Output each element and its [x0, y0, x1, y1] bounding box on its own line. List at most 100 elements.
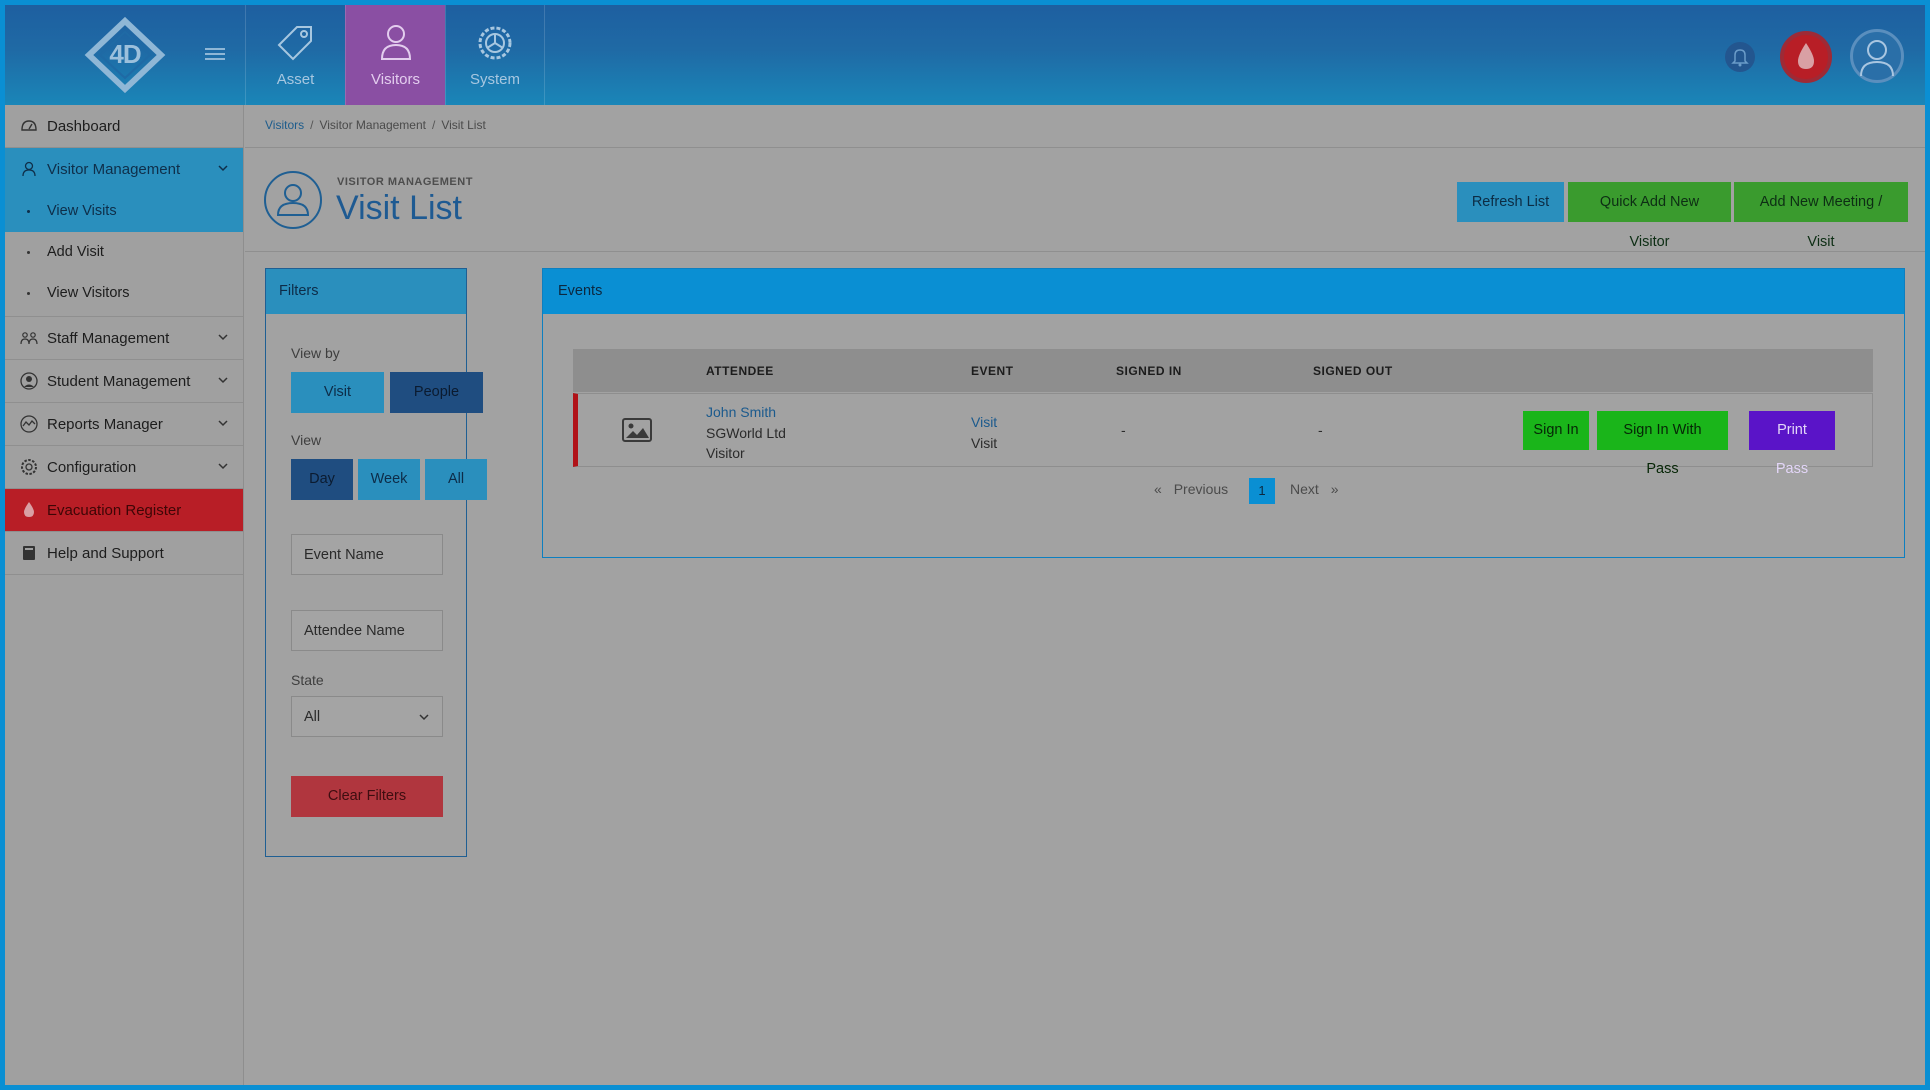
module-tab-asset[interactable]: Asset: [245, 5, 345, 105]
signed-in-value: -: [1121, 422, 1126, 438]
view-all-button[interactable]: All: [425, 459, 487, 500]
image-placeholder-icon: [622, 418, 652, 445]
sidebar-item-help-and-support[interactable]: Help and Support: [5, 532, 243, 575]
sidebar-item-configuration[interactable]: Configuration: [5, 446, 243, 489]
pagination-next: Next »: [1290, 481, 1338, 497]
view-label: View: [291, 432, 322, 448]
filters-panel: Filters View by Visit People View Day We…: [265, 268, 487, 857]
book-icon: [23, 546, 35, 560]
state-select-value: All: [304, 709, 321, 725]
sidebar-subitem-label: Add Visit: [47, 244, 104, 260]
state-select[interactable]: All: [291, 696, 443, 737]
attendee-name-input[interactable]: Attendee Name: [291, 610, 443, 651]
user-icon: [22, 161, 36, 177]
quick-add-new-visitor-button[interactable]: Quick Add New Visitor: [1568, 182, 1731, 250]
student-icon: [20, 372, 38, 390]
sidebar-item-label: Configuration: [47, 459, 137, 476]
next-page-link[interactable]: Next: [1290, 481, 1319, 497]
sidebar: Dashboard Visitor Management View Visits…: [5, 105, 244, 1085]
chevron-down-icon: [218, 334, 228, 341]
staff-group-icon: [20, 332, 38, 345]
clear-filters-button[interactable]: Clear Filters: [291, 776, 443, 817]
sidebar-item-label: Staff Management: [47, 330, 170, 347]
attendee-name-link[interactable]: John Smith: [706, 404, 776, 420]
gear-icon: [21, 459, 37, 475]
view-by-visit-button[interactable]: Visit: [291, 372, 384, 413]
view-week-button[interactable]: Week: [358, 459, 420, 500]
menu-toggle-icon[interactable]: [205, 45, 225, 65]
breadcrumb-item-visitor-management[interactable]: Visitor Management: [319, 118, 426, 132]
sidebar-item-label: Dashboard: [47, 118, 121, 135]
column-header-attendee: ATTENDEE: [706, 364, 774, 378]
notifications-bell-icon[interactable]: [1725, 42, 1755, 72]
chevron-down-icon: [218, 377, 228, 384]
page-title: Visit List: [336, 189, 462, 227]
logo-text: 4D: [109, 39, 141, 69]
user-icon: [380, 25, 411, 60]
evacuation-alert-icon[interactable]: [1780, 31, 1832, 83]
sidebar-item-visitor-management[interactable]: Visitor Management: [5, 148, 243, 191]
next-arrow: »: [1330, 481, 1339, 497]
sidebar-item-dashboard[interactable]: Dashboard: [5, 105, 243, 148]
previous-page-link[interactable]: Previous: [1174, 481, 1228, 497]
table-row[interactable]: John Smith SGWorld Ltd Visitor Visit Vis…: [573, 393, 1873, 477]
dashboard-icon: [21, 120, 37, 131]
sidebar-item-student-management[interactable]: Student Management: [5, 360, 243, 403]
gear-icon: [478, 26, 512, 60]
module-tab-system[interactable]: System: [445, 5, 545, 105]
events-panel: Events ATTENDEE EVENT SIGNED IN SIGNED O…: [542, 268, 1905, 558]
event-name-input[interactable]: Event Name: [291, 534, 443, 575]
sign-in-with-pass-button[interactable]: Sign In With Pass: [1597, 411, 1728, 477]
sidebar-item-label: Student Management: [47, 373, 191, 390]
chart-icon: [20, 415, 38, 433]
sidebar-item-label: Reports Manager: [47, 416, 163, 433]
add-new-meeting-visit-button[interactable]: Add New Meeting / Visit: [1734, 182, 1908, 250]
sidebar-subitem-add-visit[interactable]: Add Visit: [5, 232, 243, 273]
previous-arrow: «: [1154, 481, 1162, 497]
column-header-signed-in: SIGNED IN: [1116, 364, 1182, 378]
view-by-label: View by: [291, 345, 340, 361]
breadcrumb: Visitors / Visitor Management / Visit List: [245, 105, 1925, 148]
attendee-type: Visitor: [706, 445, 745, 461]
chevron-down-icon: [218, 165, 228, 172]
module-tab-label: Asset: [276, 71, 315, 88]
sidebar-subitem-view-visitors[interactable]: View Visitors: [5, 273, 243, 314]
chevron-down-icon: [218, 420, 228, 427]
user-avatar[interactable]: [1850, 29, 1904, 83]
breadcrumb-item-current: Visit List: [441, 118, 486, 132]
module-tab-visitors[interactable]: Visitors: [345, 5, 445, 105]
module-tab-label: System: [469, 71, 520, 88]
sidebar-item-reports-manager[interactable]: Reports Manager: [5, 403, 243, 446]
4d-logo[interactable]: 4D: [75, 15, 175, 95]
sidebar-item-evacuation-register[interactable]: Evacuation Register: [5, 489, 243, 532]
sidebar-item-label: Visitor Management: [47, 161, 181, 178]
sidebar-subitem-label: View Visits: [47, 203, 117, 219]
print-pass-button[interactable]: Print Pass: [1749, 411, 1835, 477]
visitor-management-submenu: View Visits Add Visit View Visitors: [5, 191, 243, 317]
event-link[interactable]: Visit: [971, 414, 997, 430]
app-window: 4D Asset Visitors System Dashboard Visit…: [5, 5, 1925, 1085]
sign-in-button[interactable]: Sign In: [1523, 411, 1589, 450]
column-header-event: EVENT: [971, 364, 1014, 378]
column-header-signed-out: SIGNED OUT: [1313, 364, 1393, 378]
sidebar-subitem-label: View Visitors: [47, 285, 130, 301]
breadcrumb-link-visitors[interactable]: Visitors: [265, 118, 304, 132]
sidebar-item-staff-management[interactable]: Staff Management: [5, 317, 243, 360]
page-1-button[interactable]: 1: [1249, 478, 1275, 504]
top-navigation-bar: 4D Asset Visitors System: [5, 5, 1925, 105]
sidebar-subitem-view-visits[interactable]: View Visits: [5, 191, 243, 232]
refresh-list-button[interactable]: Refresh List: [1457, 182, 1564, 222]
signed-out-value: -: [1318, 422, 1323, 438]
filters-title: Filters: [266, 269, 466, 314]
chevron-down-icon: [218, 463, 228, 470]
state-label: State: [291, 672, 324, 688]
view-day-button[interactable]: Day: [291, 459, 353, 500]
tag-icon: [277, 26, 312, 61]
page-subtitle: VISITOR MANAGEMENT: [337, 176, 473, 188]
page-header: VISITOR MANAGEMENT Visit List Refresh Li…: [245, 149, 1925, 252]
attendee-company: SGWorld Ltd: [706, 424, 786, 441]
event-type: Visit: [971, 434, 998, 451]
view-by-people-button[interactable]: People: [390, 372, 483, 413]
events-table-header: ATTENDEE EVENT SIGNED IN SIGNED OUT: [573, 349, 1873, 392]
chevron-down-icon: [419, 714, 429, 721]
